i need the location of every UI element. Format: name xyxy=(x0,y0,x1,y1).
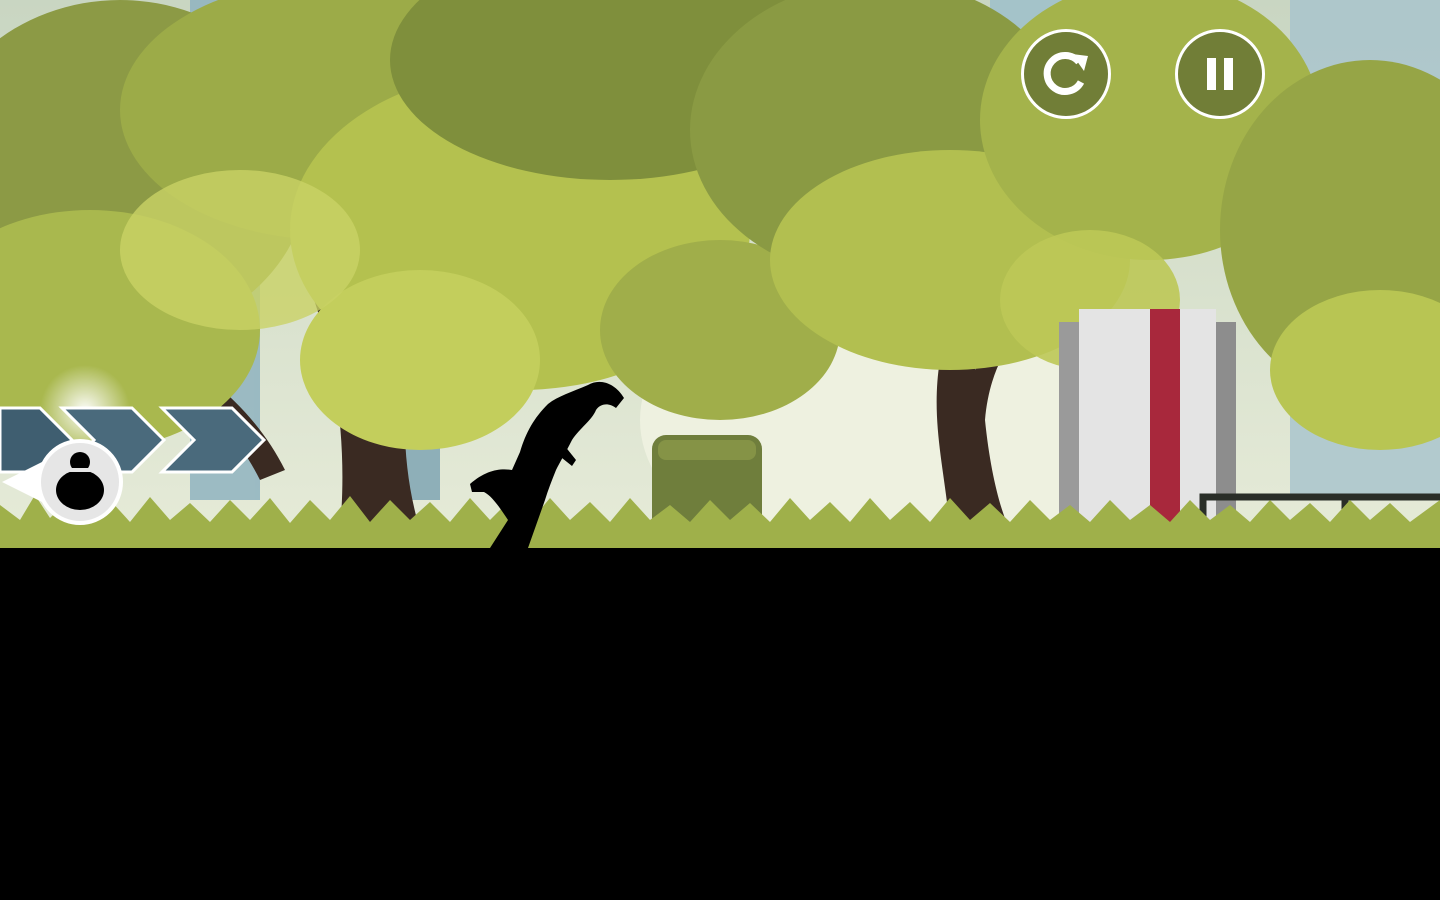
pause-icon xyxy=(1207,58,1233,90)
ground xyxy=(0,548,1440,900)
restart-icon xyxy=(1043,52,1088,95)
pause-button[interactable] xyxy=(1175,29,1265,119)
restart-button[interactable] xyxy=(1021,29,1111,119)
